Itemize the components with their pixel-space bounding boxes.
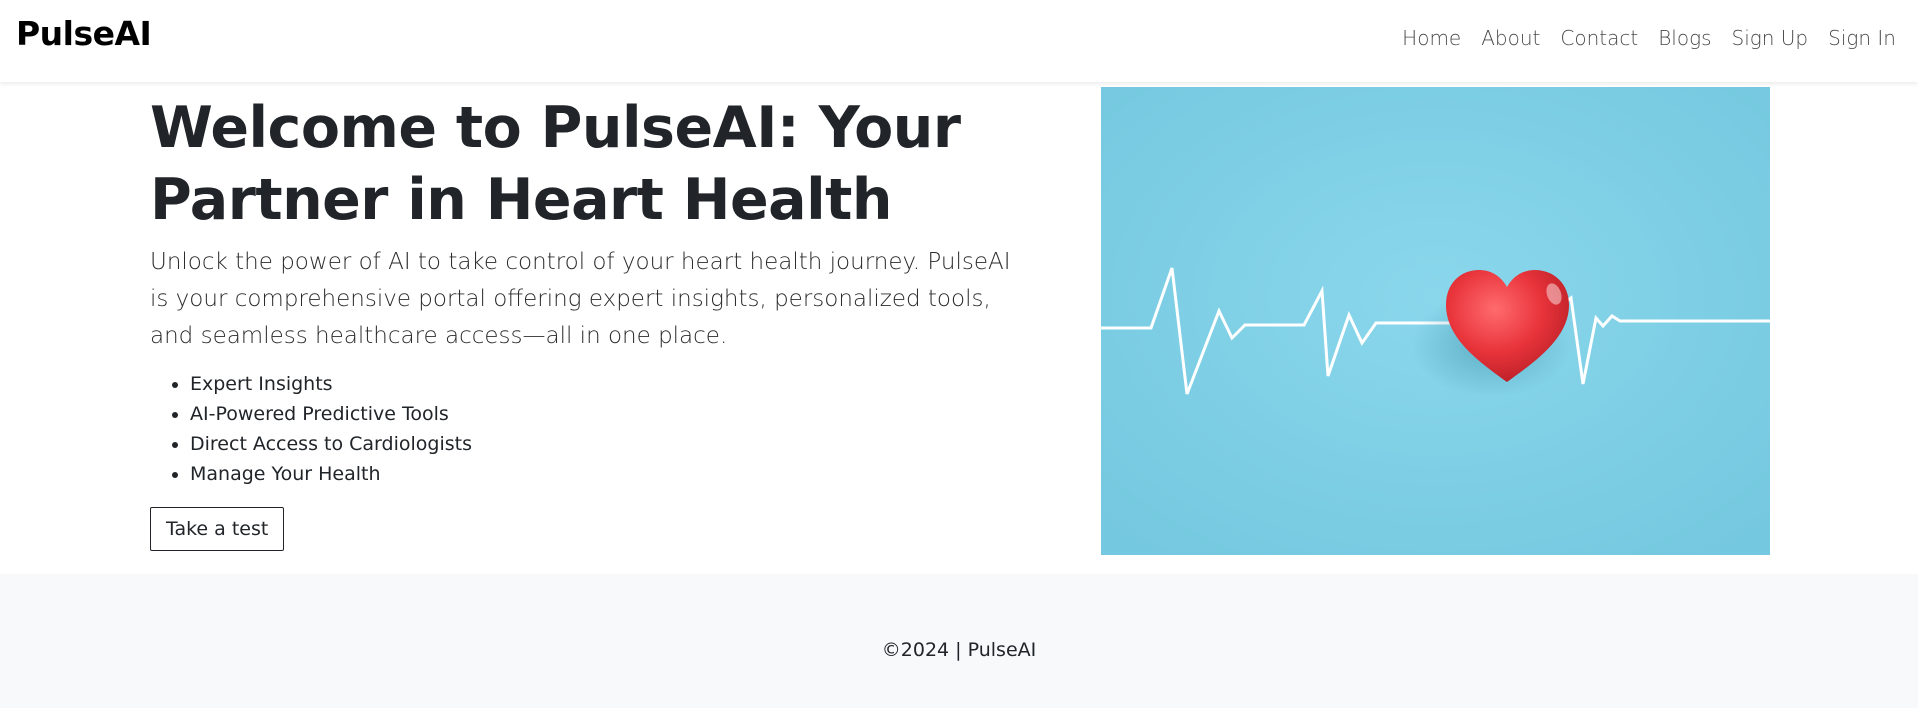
footer: ©2024 | PulseAI <box>0 574 1918 708</box>
nav-item-contact: Contact <box>1560 26 1638 50</box>
footer-copyright: ©2024 | PulseAI <box>881 639 1037 661</box>
nav-item-sign-up: Sign Up <box>1732 26 1809 50</box>
nav-link-sign-in[interactable]: Sign In <box>1828 26 1896 50</box>
nav-item-blogs: Blogs <box>1658 26 1711 50</box>
hero-title: Welcome to PulseAI: Your Partner in Hear… <box>150 95 961 233</box>
take-a-test-button[interactable]: Take a test <box>150 507 285 551</box>
heart-heartbeat-image <box>1101 87 1770 555</box>
nav-link-blogs[interactable]: Blogs <box>1658 26 1711 50</box>
nav-item-home: Home <box>1402 26 1461 50</box>
feature-list: Expert Insights AI-Powered Predictive To… <box>190 369 1080 489</box>
nav-item-about: About <box>1481 26 1540 50</box>
nav-item-sign-in: Sign In <box>1828 26 1896 50</box>
navbar: PulseAI Home About Contact Blogs Sign Up… <box>0 0 1918 82</box>
feature-item: Expert Insights <box>190 369 1080 399</box>
heart-heartbeat-illustration <box>1101 87 1770 555</box>
feature-item: AI-Powered Predictive Tools <box>190 399 1080 429</box>
hero-section: Welcome to PulseAI: Your Partner in Hear… <box>150 92 1080 551</box>
brand-logo[interactable]: PulseAI <box>16 14 152 53</box>
nav-links: Home About Contact Blogs Sign Up Sign In <box>1402 26 1896 50</box>
nav-link-contact[interactable]: Contact <box>1560 26 1638 50</box>
nav-link-home[interactable]: Home <box>1402 26 1461 50</box>
nav-link-sign-up[interactable]: Sign Up <box>1732 26 1809 50</box>
feature-item: Direct Access to Cardiologists <box>190 429 1080 459</box>
nav-link-about[interactable]: About <box>1481 26 1540 50</box>
hero-lead: Unlock the power of AI to take control o… <box>150 249 1011 349</box>
feature-item: Manage Your Health <box>190 459 1080 489</box>
